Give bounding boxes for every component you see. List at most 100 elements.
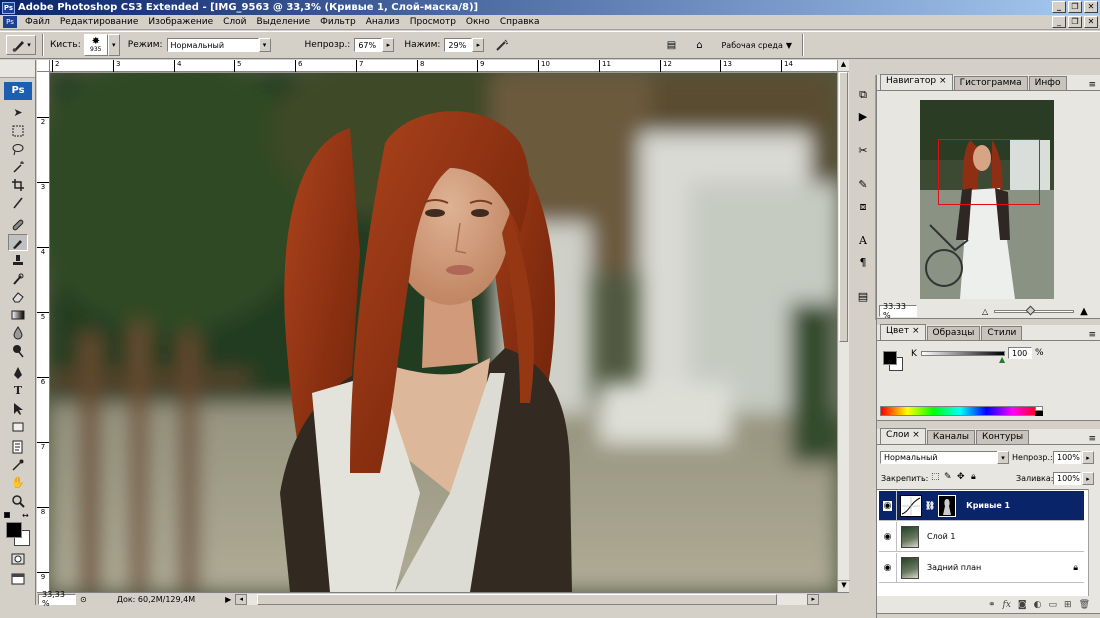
default-colors-icon[interactable]	[4, 512, 10, 518]
opacity-input[interactable]: 67%	[354, 38, 383, 52]
workspace-dropdown-icon[interactable]: ▼	[786, 41, 792, 50]
flow-slider-toggle[interactable]: ▸	[472, 38, 485, 52]
screen-mode-toggle[interactable]	[8, 570, 28, 587]
crop-tool[interactable]	[8, 176, 28, 193]
layer-name[interactable]: Кривые 1	[966, 501, 1010, 510]
mode-dropdown[interactable]: ▾	[258, 38, 271, 52]
link-layers-icon[interactable]: ⚭	[988, 600, 996, 610]
scroll-up-arrow[interactable]: ▲	[838, 60, 849, 72]
k-channel-slider[interactable]	[921, 351, 1005, 356]
tab-color[interactable]: Цвет ×	[880, 324, 926, 340]
new-group-icon[interactable]: ▭	[1049, 600, 1058, 610]
restore-button[interactable]: ❐	[1068, 1, 1082, 13]
k-value-input[interactable]: 100	[1008, 347, 1032, 359]
delete-layer-icon[interactable]: 🗑︎	[1079, 600, 1090, 610]
brushes-panel-button[interactable]: ✎	[853, 175, 873, 194]
brush-tool[interactable]	[8, 234, 28, 251]
hscroll-thumb[interactable]	[257, 593, 778, 605]
blend-mode-dropdown[interactable]: ▾	[997, 451, 1009, 464]
tab-paths[interactable]: Контуры	[976, 430, 1030, 444]
k-slider-thumb[interactable]: ▲	[999, 355, 1005, 364]
eyedropper-tool[interactable]	[8, 456, 28, 473]
swap-colors-icon[interactable]: ↔	[22, 511, 29, 520]
layer-thumbnail[interactable]	[901, 556, 919, 579]
ruler-origin[interactable]	[37, 60, 50, 72]
vertical-scrollbar[interactable]: ▲ ▼	[837, 60, 850, 592]
tab-histogram[interactable]: Гистограмма	[953, 76, 1028, 90]
mode-select[interactable]: Нормальный	[166, 38, 259, 52]
layer-comps-button[interactable]: ▤	[853, 287, 873, 306]
visibility-toggle[interactable]: ◉	[879, 521, 897, 552]
ramp-black[interactable]	[1035, 411, 1043, 416]
lock-pixels-icon[interactable]: ✎	[944, 472, 952, 482]
close-icon[interactable]: ×	[939, 76, 947, 86]
opacity-slider-toggle[interactable]: ▸	[382, 38, 395, 52]
zoom-out-icon[interactable]: △	[982, 307, 988, 316]
scroll-left-arrow[interactable]: ◂	[235, 593, 248, 605]
doc-close-button[interactable]: ✕	[1084, 16, 1098, 28]
chain-icon[interactable]: ⛓︎	[925, 501, 935, 510]
fill-input[interactable]: 100%	[1053, 472, 1081, 485]
zoom-field[interactable]: 33,33 %	[38, 590, 76, 608]
doc-minimize-button[interactable]: _	[1052, 16, 1066, 28]
path-selection-tool[interactable]	[8, 400, 28, 417]
dodge-tool[interactable]	[8, 342, 28, 359]
foreground-color-swatch[interactable]	[6, 522, 22, 538]
menu-file[interactable]: Файл	[20, 17, 55, 27]
canvas-image[interactable]	[50, 73, 837, 592]
vertical-ruler[interactable]: 2 3 4 5 6 7 8 9	[37, 72, 50, 592]
doc-restore-button[interactable]: ❐	[1068, 16, 1082, 28]
navigator-zoom-field[interactable]: 33.33 %	[879, 302, 917, 320]
history-panel-button[interactable]: ⧉	[853, 85, 873, 104]
tab-styles[interactable]: Стили	[981, 326, 1023, 340]
toolbox-header[interactable]	[0, 60, 35, 78]
minimize-button[interactable]: _	[1052, 1, 1066, 13]
gradient-tool[interactable]	[8, 306, 28, 323]
close-icon[interactable]: ×	[912, 430, 920, 440]
notes-tool[interactable]	[8, 438, 28, 455]
magic-wand-tool[interactable]	[8, 158, 28, 175]
history-brush-tool[interactable]	[8, 270, 28, 287]
scroll-right-arrow[interactable]: ▸	[807, 593, 820, 605]
tool-presets-button[interactable]: ✂	[853, 141, 873, 160]
clone-stamp-tool[interactable]	[8, 252, 28, 269]
character-panel-button[interactable]: A	[853, 231, 873, 250]
layer-row-background[interactable]: ◉ Задний план 🔒︎	[879, 552, 1084, 583]
tab-info[interactable]: Инфо	[1028, 76, 1067, 90]
menu-help[interactable]: Справка	[495, 17, 545, 27]
menu-analysis[interactable]: Анализ	[361, 17, 405, 27]
layer-opacity-input[interactable]: 100%	[1053, 451, 1081, 464]
new-layer-icon[interactable]: ⊞	[1064, 600, 1072, 610]
zoom-tool[interactable]	[8, 492, 28, 509]
lock-position-icon[interactable]: ✥	[957, 472, 965, 482]
blend-mode-select[interactable]: Нормальный	[880, 451, 998, 464]
layer-mask-thumbnail[interactable]	[938, 494, 957, 517]
hand-tool[interactable]: ✋	[8, 474, 28, 491]
bridge-button[interactable]: ⌂	[689, 37, 710, 53]
menu-image[interactable]: Изображение	[143, 17, 218, 27]
workspace-label[interactable]: Рабочая среда	[721, 41, 782, 50]
zoom-slider-thumb[interactable]	[1025, 305, 1036, 315]
ps-logo[interactable]: Ps	[4, 82, 32, 100]
paragraph-panel-button[interactable]: ¶	[853, 253, 873, 272]
close-button[interactable]: ✕	[1084, 1, 1098, 13]
healing-brush-tool[interactable]	[8, 216, 28, 233]
move-tool[interactable]: ➤	[8, 104, 28, 121]
brush-size-picker[interactable]: ✸ 935	[83, 34, 108, 56]
panel-menu-icon[interactable]: ≡	[1088, 330, 1100, 340]
menu-filter[interactable]: Фильтр	[315, 17, 361, 27]
layer-name[interactable]: Задний план	[927, 563, 981, 572]
horizontal-scrollbar[interactable]	[247, 593, 808, 605]
layer-row-curves[interactable]: ◉ ⛓︎ Кривые 1	[879, 490, 1084, 521]
visibility-toggle[interactable]: ◉	[879, 552, 897, 583]
actions-panel-button[interactable]: ▶	[853, 107, 873, 126]
panel-menu-icon[interactable]: ≡	[1088, 80, 1100, 90]
zoom-slider[interactable]	[994, 305, 1075, 315]
visibility-toggle[interactable]: ◉	[879, 490, 897, 521]
menu-window[interactable]: Окно	[461, 17, 495, 27]
new-adjustment-icon[interactable]: ◐	[1034, 600, 1042, 610]
slice-tool[interactable]	[8, 194, 28, 211]
add-mask-icon[interactable]: ◙	[1018, 600, 1027, 610]
zoom-in-icon[interactable]: ▲	[1080, 306, 1088, 317]
marquee-tool[interactable]	[8, 122, 28, 139]
